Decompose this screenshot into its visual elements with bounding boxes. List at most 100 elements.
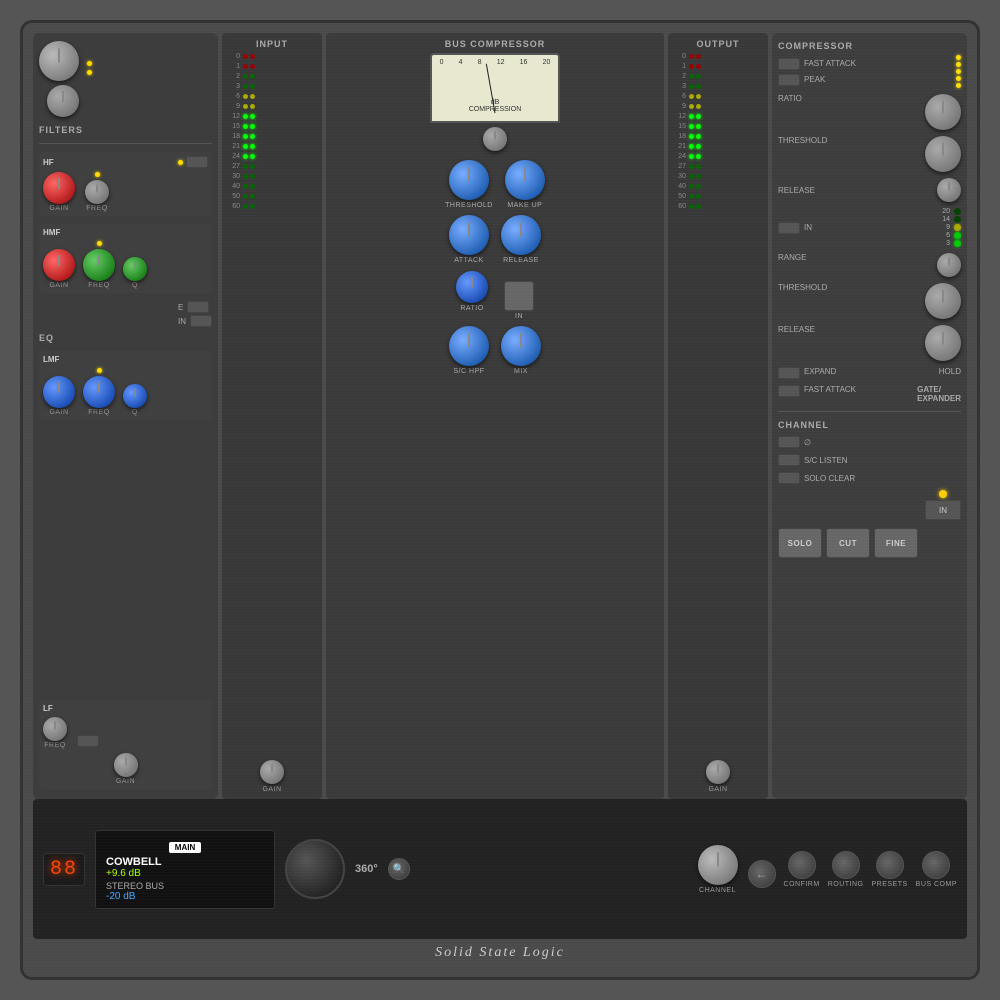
hf-gain-knob[interactable] <box>43 172 75 204</box>
output-scale: 0 1 2 3 6 9 12 15 18 21 24 27 30 40 <box>672 53 764 210</box>
solo-cut-fine-row: SOLO CUT FINE <box>778 528 961 558</box>
hf-freq-knob[interactable] <box>85 180 109 204</box>
hmf-freq-label: FREQ <box>88 282 109 289</box>
channel-in-btn[interactable]: IN <box>925 500 961 520</box>
ratio-label: RATIO <box>460 305 483 312</box>
gate-fast-attack-toggle[interactable] <box>778 385 800 397</box>
main-badge: MAIN <box>169 842 201 853</box>
lmf-label: LMF <box>43 355 59 364</box>
channel-in-led <box>939 490 947 498</box>
input-scale: 0 1 2 3 6 9 12 15 18 21 24 27 30 40 <box>226 53 318 210</box>
mix-knob[interactable] <box>501 326 541 366</box>
bus-comp-nav-label: BUS COMP <box>916 881 957 888</box>
mix-label: MIX <box>514 368 528 375</box>
channel-select-knob[interactable] <box>698 845 738 885</box>
attack-label: ATTACK <box>454 257 484 264</box>
hmf-freq-knob[interactable] <box>83 249 115 281</box>
input-gain-knob[interactable] <box>260 760 284 784</box>
phase-toggle[interactable] <box>778 436 800 448</box>
stereo-bus-label: STEREO BUS <box>106 881 264 891</box>
lmf-q-label: Q <box>132 409 138 416</box>
comp-ratio-knob[interactable] <box>925 94 961 130</box>
gate-release-knob[interactable] <box>925 325 961 361</box>
stereo-bus-db: -20 dB <box>106 891 264 902</box>
right-section: COMPRESSOR FAST ATTACK PEAK <box>772 33 967 799</box>
channel-title: CHANNEL <box>778 420 961 430</box>
channel-knob-label: CHANNEL <box>699 887 736 894</box>
sc-hpf-knob[interactable] <box>449 326 489 366</box>
lmf-freq-label: FREQ <box>88 409 109 416</box>
vu-trim-knob[interactable] <box>483 127 507 151</box>
pan-knob[interactable] <box>285 839 345 899</box>
hf-gain-label: GAIN <box>49 205 68 212</box>
ratio-knob[interactable] <box>456 271 488 303</box>
eq-label: EQ <box>39 333 212 343</box>
solo-btn[interactable]: SOLO <box>778 528 822 558</box>
lmf-freq-knob[interactable] <box>83 376 115 408</box>
bus-comp-title: BUS COMPRESSOR <box>445 39 546 49</box>
comp-in-label: IN <box>515 313 523 320</box>
comp-threshold-knob[interactable] <box>925 136 961 172</box>
degree-display: 360° <box>355 863 378 875</box>
bus-comp-section: BUS COMPRESSOR 048121620 dB COMPRESSION <box>326 33 664 799</box>
expand-toggle[interactable] <box>778 367 800 379</box>
lf-freq-label: FREQ <box>44 742 65 749</box>
brand-label: Solid State Logic <box>33 939 967 967</box>
hf-toggle[interactable] <box>186 156 208 168</box>
output-gain-label: GAIN <box>708 786 727 793</box>
lmf-q-knob[interactable] <box>123 384 147 408</box>
fine-btn[interactable]: FINE <box>874 528 918 558</box>
attack-knob[interactable] <box>449 215 489 255</box>
routing-btn[interactable] <box>832 851 860 879</box>
ssl-unit: FILTERS HF GAIN <box>20 20 980 980</box>
cut-btn[interactable]: CUT <box>826 528 870 558</box>
lmf-gain-knob[interactable] <box>43 376 75 408</box>
threshold-label: THRESHOLD <box>445 202 493 209</box>
solo-clear-toggle[interactable] <box>778 472 800 484</box>
channel-db: +9.6 dB <box>106 868 264 879</box>
lf-label: LF <box>43 704 53 713</box>
lf-toggle[interactable] <box>77 735 99 747</box>
makeup-knob[interactable] <box>505 160 545 200</box>
input-title: INPUT <box>256 39 288 49</box>
fast-attack-toggle[interactable] <box>778 58 800 70</box>
release-knob[interactable] <box>501 215 541 255</box>
release-label: RELEASE <box>503 257 539 264</box>
compressor-title: COMPRESSOR <box>778 41 961 51</box>
confirm-label: CONFIRM <box>784 881 820 888</box>
input-meter-section: INPUT 0 1 2 3 6 9 12 15 18 21 24 <box>222 33 322 799</box>
comp-release-knob[interactable] <box>937 178 961 202</box>
top-filter-knob-1[interactable] <box>39 41 79 81</box>
comp-in-toggle[interactable] <box>778 222 800 234</box>
channel-name: COWBELL <box>106 856 264 868</box>
bottom-section: 88 MAIN COWBELL +9.6 dB STEREO BUS -20 d… <box>33 799 967 939</box>
hmf-label: HMF <box>43 228 60 237</box>
hmf-gain-knob[interactable] <box>43 249 75 281</box>
gate-threshold-knob[interactable] <box>925 283 961 319</box>
back-btn[interactable]: ← <box>748 860 776 888</box>
input-gain-label: GAIN <box>262 786 281 793</box>
lf-gain-knob[interactable] <box>114 753 138 777</box>
top-filter-knob-2[interactable] <box>47 85 79 117</box>
output-gain-knob[interactable] <box>706 760 730 784</box>
comp-range-knob[interactable] <box>937 253 961 277</box>
sc-hpf-label: S/C HPF <box>453 368 484 375</box>
hf-freq-label: FREQ <box>86 205 107 212</box>
confirm-btn[interactable] <box>788 851 816 879</box>
magnify-btn[interactable]: 🔍 <box>388 858 410 880</box>
output-title: OUTPUT <box>697 39 740 49</box>
channel-name-display: MAIN COWBELL +9.6 dB STEREO BUS -20 dB <box>95 830 275 909</box>
presets-btn[interactable] <box>876 851 904 879</box>
hmf-gain-label: GAIN <box>49 282 68 289</box>
peak-toggle[interactable] <box>778 74 800 86</box>
eq-in-toggle[interactable] <box>190 315 212 327</box>
hmf-q-label: Q <box>132 282 138 289</box>
lf-freq-knob[interactable] <box>43 717 67 741</box>
comp-in-btn[interactable] <box>504 281 534 311</box>
threshold-knob[interactable] <box>449 160 489 200</box>
eq-e-toggle[interactable] <box>187 301 209 313</box>
eq-section: FILTERS HF GAIN <box>33 33 218 799</box>
bus-comp-nav-btn[interactable] <box>922 851 950 879</box>
sc-listen-toggle[interactable] <box>778 454 800 466</box>
hmf-q-knob[interactable] <box>123 257 147 281</box>
